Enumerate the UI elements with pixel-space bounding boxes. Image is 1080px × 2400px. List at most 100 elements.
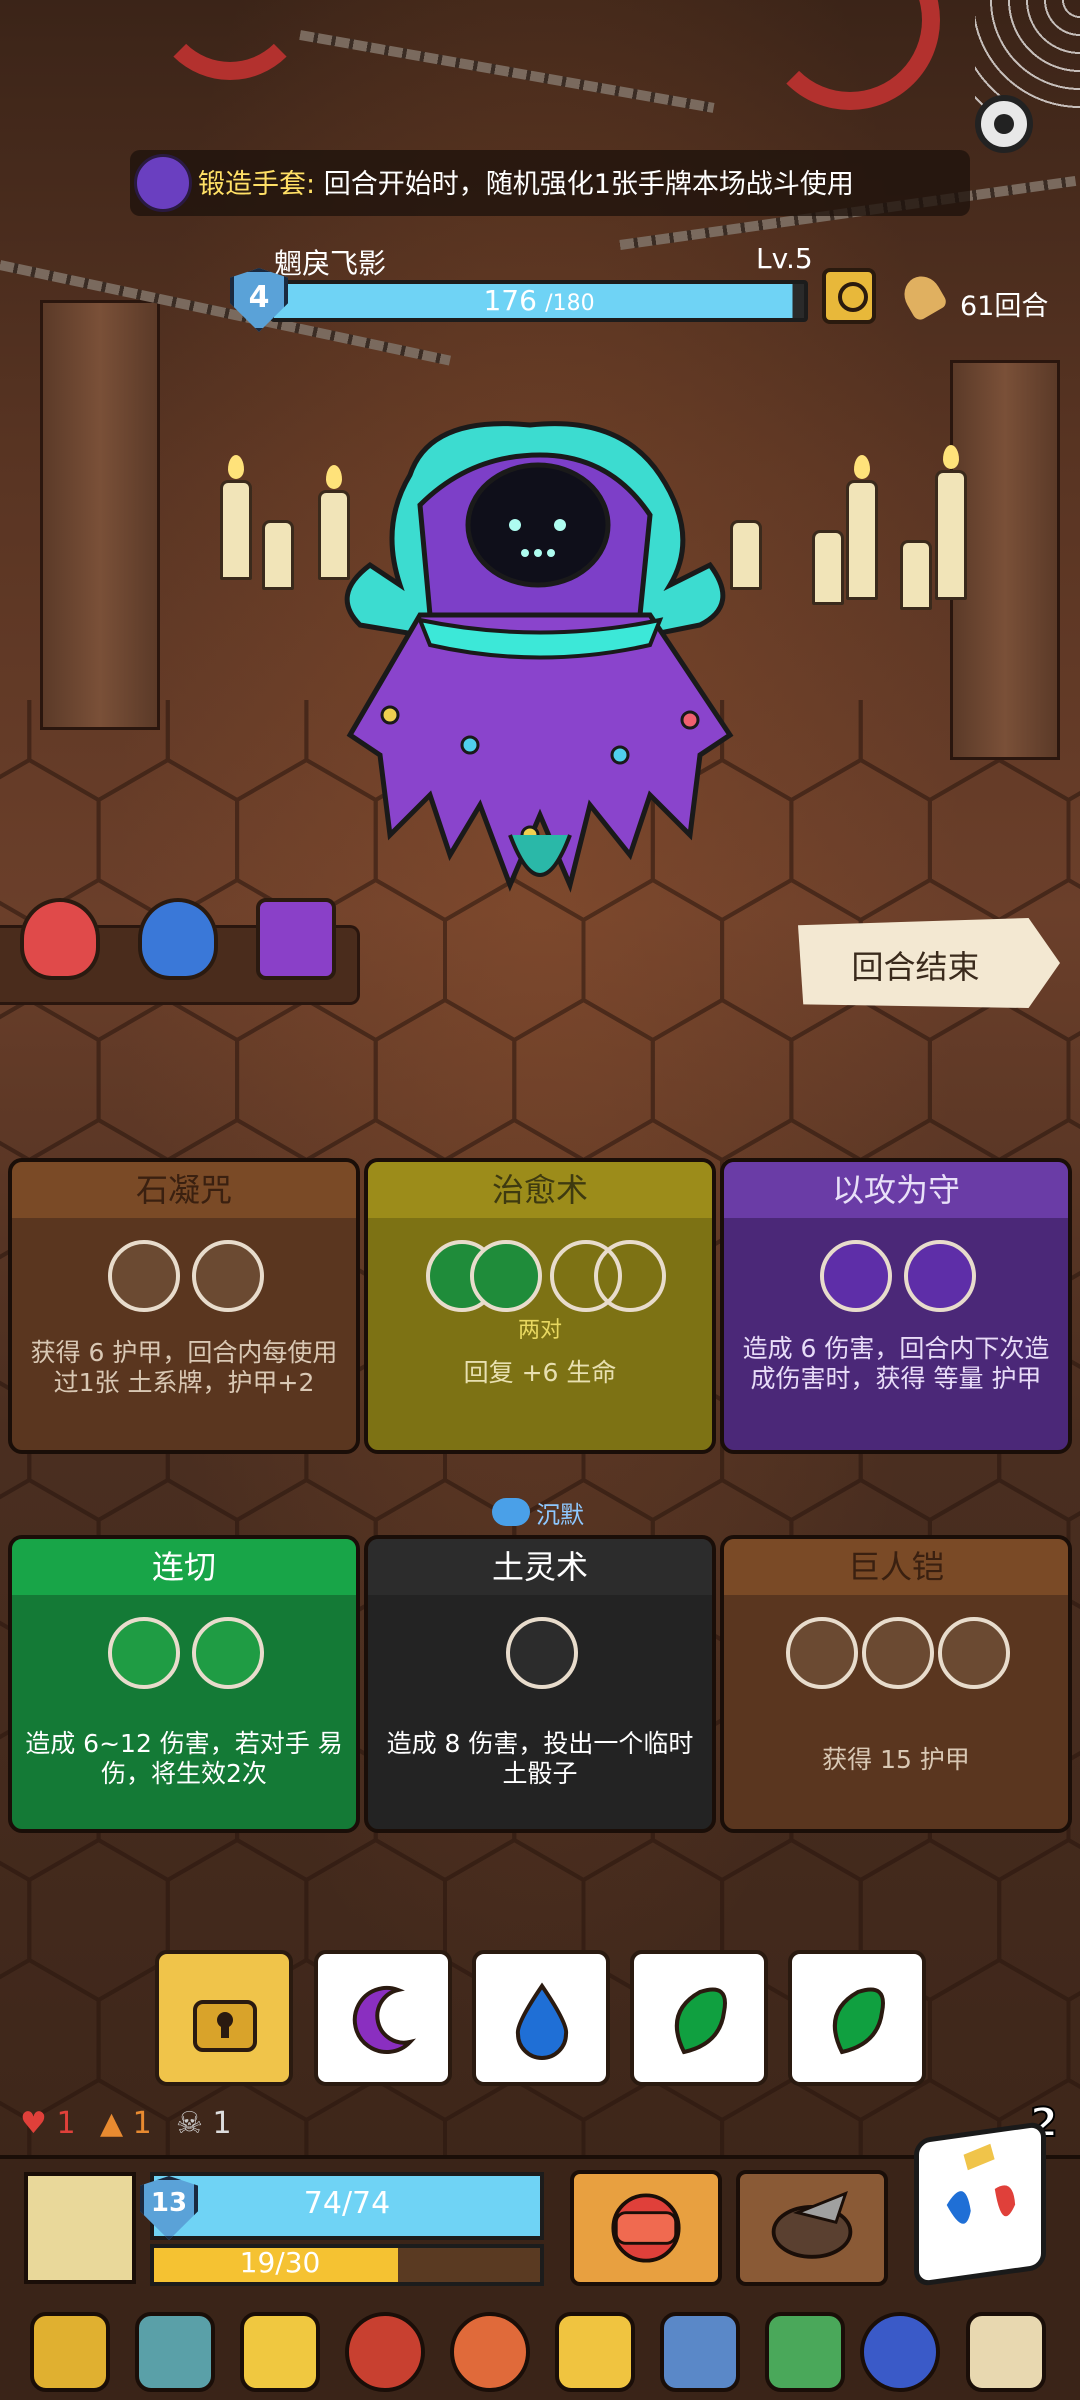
cheese-icon[interactable]: [240, 2312, 320, 2392]
floor-hex: [650, 997, 794, 1163]
water-drop-icon: [515, 1982, 569, 2060]
meat-icon[interactable]: [450, 2312, 530, 2392]
moon-icon: [352, 1986, 417, 2054]
player-hp: 74/74: [303, 2186, 391, 2221]
card-title: 以攻为守: [724, 1162, 1068, 1218]
card-attack-as-defense[interactable]: 以攻为守 造成 6 伤害，回合内下次造成伤害时，获得 等量 护甲: [720, 1158, 1072, 1454]
heart-status: ♥ 1: [20, 2106, 76, 2141]
enemy-hp: 176: [483, 284, 537, 317]
scroll-icon: [897, 269, 949, 323]
card-desc: 获得 6 护甲，回合内每使用过1张 土系牌，护甲+2: [30, 1338, 338, 1397]
relic-desc: 回合开始时，随机强化1张手牌本场战斗使用: [323, 169, 854, 200]
fist-icon: [611, 2193, 681, 2263]
turn-counter: 61回合: [960, 291, 1049, 322]
floor-hex: [0, 700, 32, 780]
card-stone-curse[interactable]: 石凝咒 获得 6 护甲，回合内每使用过1张 土系牌，护甲+2: [8, 1158, 360, 1454]
flame: [228, 455, 244, 479]
floor-hex: [1066, 1031, 1080, 1129]
heart-count: 1: [56, 2106, 76, 2141]
floor-hex: [997, 1837, 1080, 2003]
leaf-dice-slot[interactable]: [192, 1617, 264, 1689]
leaf-dice[interactable]: [788, 1950, 926, 2086]
heart-gem-icon[interactable]: [555, 2312, 635, 2392]
red-potion-icon[interactable]: [20, 898, 100, 980]
earth-dice-slot[interactable]: [786, 1617, 858, 1689]
locked-dice[interactable]: [155, 1950, 293, 2086]
card-giant-armor[interactable]: 巨人铠 获得 15 护甲: [720, 1535, 1072, 1833]
floor-hex: [1066, 1991, 1080, 2089]
card-title: 治愈术: [368, 1162, 712, 1218]
floor-hex: [927, 757, 1071, 923]
silence-bubble-icon: [492, 1498, 530, 1526]
roll-dice-button[interactable]: [914, 2120, 1046, 2288]
enemy-shield-value: 4: [248, 280, 270, 315]
tentacle: [760, 0, 940, 110]
vase-icon[interactable]: [135, 2312, 215, 2392]
card-combo-cut[interactable]: 连切 造成 6~12 伤害，若对手 易伤，将生效2次: [8, 1535, 360, 1833]
moon-dice-slot[interactable]: [820, 1240, 892, 1312]
card-body: 获得 6 护甲，回合内每使用过1张 土系牌，护甲+2: [12, 1218, 356, 1450]
card-body: 造成 8 伤害，投出一个临时土骰子: [368, 1595, 712, 1829]
leaf-dice-slot[interactable]: [108, 1617, 180, 1689]
earth-dice-slot[interactable]: [192, 1240, 264, 1312]
flame-status: ▲ 1: [100, 2106, 152, 2141]
green-orb-icon[interactable]: [30, 2312, 110, 2392]
floor-hex: [927, 1957, 1071, 2123]
lock-icon: [193, 2000, 257, 2052]
forging-glove-icon[interactable]: [134, 154, 192, 212]
candle: [935, 470, 967, 600]
empty-dice-slot[interactable]: [594, 1240, 666, 1312]
fist-skill-button[interactable]: [570, 2170, 722, 2286]
floor-hex: [235, 997, 378, 1163]
floor-hex: [0, 997, 101, 1163]
chain: [299, 30, 715, 113]
card-title: 土灵术: [368, 1539, 712, 1595]
demon-icon[interactable]: [860, 2312, 940, 2392]
earth-dice-slot[interactable]: [862, 1617, 934, 1689]
leaf-icon: [832, 1987, 885, 2055]
flame-count: 1: [132, 2106, 152, 2141]
candle: [812, 530, 844, 605]
card-earth-spirit[interactable]: 土灵术 造成 8 伤害，投出一个临时土骰子: [364, 1535, 716, 1833]
blue-potion-icon[interactable]: [138, 898, 218, 980]
candle: [900, 540, 932, 610]
skull-count: 1: [212, 2106, 232, 2141]
water-dice[interactable]: [472, 1950, 610, 2086]
candle: [846, 480, 878, 600]
enemy-level: Lv.5: [756, 242, 813, 275]
earth-dice-slot[interactable]: [108, 1240, 180, 1312]
card-sub: 两对: [517, 1318, 562, 1343]
leaf-dice[interactable]: [630, 1950, 768, 2086]
settings-gear-icon[interactable]: [975, 95, 1033, 153]
player-shield-value: 13: [150, 2188, 188, 2218]
skull-status: ☠ 1: [176, 2106, 232, 2141]
pillar-left: [40, 300, 160, 730]
enemy-hp-text: 176 /180: [270, 284, 808, 317]
claw-icon: [771, 2190, 853, 2259]
leaf-dice-slot[interactable]: [470, 1240, 542, 1312]
tentacle: [150, 0, 310, 80]
enemy-intel-button[interactable]: [822, 268, 876, 324]
relic-name: 锻造手套:: [198, 169, 316, 200]
card-healing[interactable]: 治愈术 两对 回复 +6 生命: [364, 1158, 716, 1454]
purple-potion-icon[interactable]: [256, 898, 336, 980]
floor-hex: [789, 997, 932, 1163]
player-avatar[interactable]: [24, 2172, 136, 2284]
moon-dice-slot[interactable]: [904, 1240, 976, 1312]
moon-dice[interactable]: [314, 1950, 452, 2086]
any-dice-slot[interactable]: [506, 1617, 578, 1689]
earth-dice-slot[interactable]: [938, 1617, 1010, 1689]
card-body: 两对 回复 +6 生命: [368, 1218, 712, 1450]
flame-icon: ▲: [100, 2106, 124, 2141]
card-desc: 回复 +6 生命: [463, 1358, 617, 1387]
floor-hex: [96, 757, 240, 923]
hooded-ghost-monster[interactable]: [270, 415, 810, 915]
card-body: 造成 6~12 伤害，若对手 易伤，将生效2次: [12, 1595, 356, 1829]
sword-icon[interactable]: [660, 2312, 740, 2392]
skull-icon: ☠: [176, 2106, 203, 2141]
green-tablet-icon[interactable]: [765, 2312, 845, 2392]
claw-skill-button[interactable]: [736, 2170, 888, 2286]
end-turn-label[interactable]: 回合结束: [798, 942, 1033, 988]
sun-mask-icon[interactable]: [345, 2312, 425, 2392]
dragon-scroll-icon[interactable]: [966, 2312, 1046, 2392]
